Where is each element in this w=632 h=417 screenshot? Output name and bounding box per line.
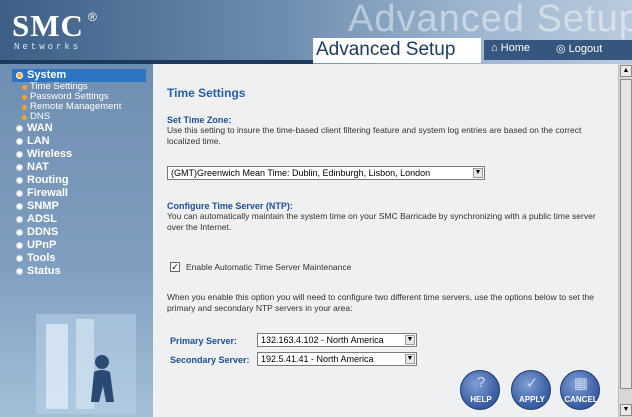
sidebar-item-snmp[interactable]: SNMP xyxy=(16,200,146,213)
sidebar-item-label: Wireless xyxy=(27,148,73,160)
primary-server-value: 132.163.4.102 - North America xyxy=(261,335,384,345)
scroll-up-arrow-icon[interactable]: ▲ xyxy=(620,65,632,77)
sidebar-item-label: Firewall xyxy=(27,187,68,199)
ntp-description: You can automatically maintain the syste… xyxy=(167,211,596,232)
sidebar: System Time Settings Password Settings R… xyxy=(0,64,153,417)
chevron-down-icon: ▼ xyxy=(405,335,415,345)
sidebar-item-lan[interactable]: LAN xyxy=(16,135,146,148)
sidebar-item-label: DDNS xyxy=(27,226,59,238)
timezone-heading: Set Time Zone: xyxy=(167,115,232,125)
bullet-icon xyxy=(22,104,27,110)
timezone-select[interactable]: (GMT)Greenwich Mean Time: Dublin, Edinbu… xyxy=(167,166,485,180)
bullet-icon xyxy=(16,177,23,184)
bullet-icon xyxy=(22,114,27,120)
home-button[interactable]: ⌂ Home xyxy=(491,42,530,54)
main-content: Time Settings Set Time Zone: Use this se… xyxy=(153,64,618,417)
home-label: Home xyxy=(500,42,530,54)
sidebar-item-label: WAN xyxy=(27,122,53,134)
question-icon: ? xyxy=(476,374,486,391)
sidebar-item-nat[interactable]: NAT xyxy=(16,161,146,174)
smc-logo: SMC ® Networks xyxy=(8,6,158,58)
enable-ntp-label: Enable Automatic Time Server Maintenance xyxy=(186,262,352,272)
sidebar-menu: System Time Settings Password Settings R… xyxy=(12,69,146,278)
page-heading-box: Advanced Setup xyxy=(313,38,481,63)
sidebar-item-tools[interactable]: Tools xyxy=(16,252,146,265)
sidebar-item-wireless[interactable]: Wireless xyxy=(16,148,146,161)
bullet-icon xyxy=(16,268,23,275)
sidebar-item-ddns[interactable]: DDNS xyxy=(16,226,146,239)
sidebar-item-label: NAT xyxy=(27,161,49,173)
bullet-icon xyxy=(16,125,23,132)
sidebar-item-wan[interactable]: WAN xyxy=(16,122,146,135)
bullet-icon xyxy=(16,229,23,236)
help-button[interactable]: ? HELP xyxy=(460,370,500,410)
logo-subtitle: Networks xyxy=(14,42,82,52)
logo-registered-mark: ® xyxy=(88,10,97,24)
sidebar-item-label: Status xyxy=(27,265,61,277)
home-icon: ⌂ xyxy=(491,42,498,54)
top-nav: ⌂ Home ◎ Logout xyxy=(484,40,632,60)
sidebar-item-routing[interactable]: Routing xyxy=(16,174,146,187)
page-title: Time Settings xyxy=(167,86,246,100)
sidebar-subitem-dns[interactable]: DNS xyxy=(22,112,146,122)
sidebar-item-firewall[interactable]: Firewall xyxy=(16,187,146,200)
header-banner: SMC ® Networks Advanced Setup Advanced S… xyxy=(0,0,632,64)
bullet-icon xyxy=(16,216,23,223)
bullet-icon xyxy=(16,138,23,145)
secondary-server-label: Secondary Server: xyxy=(170,355,250,365)
sidebar-item-label: LAN xyxy=(27,135,50,147)
bullet-icon xyxy=(16,72,23,79)
timezone-description: Use this setting to insure the time-base… xyxy=(167,125,582,146)
logout-label: Logout xyxy=(568,42,603,55)
cancel-label: CANCEL xyxy=(564,395,598,404)
sidebar-subitem-label: DNS xyxy=(30,111,51,122)
bullet-icon xyxy=(16,203,23,210)
sidebar-item-status[interactable]: Status xyxy=(16,265,146,278)
person-illustration xyxy=(36,314,136,414)
scroll-down-arrow-icon[interactable]: ▼ xyxy=(620,404,632,416)
enable-ntp-checkbox[interactable]: ✓ xyxy=(170,262,180,272)
sidebar-item-label: UPnP xyxy=(27,239,57,251)
trash-icon: ▦ xyxy=(573,375,589,392)
ntp-heading: Configure Time Server (NTP): xyxy=(167,201,293,211)
bullet-icon xyxy=(16,190,23,197)
secondary-server-select[interactable]: 192.5.41.41 - North America ▼ xyxy=(257,352,417,366)
bullet-icon xyxy=(16,151,23,158)
bullet-icon xyxy=(16,242,23,249)
sidebar-item-upnp[interactable]: UPnP xyxy=(16,239,146,252)
logout-button[interactable]: ◎ Logout xyxy=(556,42,603,56)
sidebar-item-label: Tools xyxy=(27,252,56,264)
servers-description: When you enable this option you will nee… xyxy=(167,292,594,313)
secondary-server-value: 192.5.41.41 - North America xyxy=(261,354,374,364)
apply-button[interactable]: ✓ APPLY xyxy=(511,370,551,410)
timezone-select-value: (GMT)Greenwich Mean Time: Dublin, Edinbu… xyxy=(171,168,431,178)
help-label: HELP xyxy=(470,395,492,404)
bullet-icon xyxy=(16,255,23,262)
cancel-button[interactable]: ▦ CANCEL xyxy=(560,370,600,410)
sidebar-item-label: SNMP xyxy=(27,200,59,212)
primary-server-select[interactable]: 132.163.4.102 - North America ▼ xyxy=(257,333,417,347)
scrollbar-thumb[interactable] xyxy=(620,79,632,389)
page-heading: Advanced Setup xyxy=(316,39,456,60)
vertical-scrollbar[interactable]: ▲ ▼ xyxy=(618,64,632,417)
bullet-icon xyxy=(22,94,27,100)
apply-icon: ✓ xyxy=(525,375,539,392)
bullet-icon xyxy=(16,164,23,171)
apply-label: APPLY xyxy=(519,395,545,404)
header-watermark: Advanced Setup xyxy=(348,0,632,40)
logo-text: SMC xyxy=(12,8,84,43)
logout-icon: ◎ xyxy=(556,43,566,55)
sidebar-item-label: Routing xyxy=(27,174,69,186)
bullet-icon xyxy=(22,84,27,90)
chevron-down-icon: ▼ xyxy=(405,354,415,364)
sidebar-item-label: ADSL xyxy=(27,213,57,225)
sidebar-item-adsl[interactable]: ADSL xyxy=(16,213,146,226)
chevron-down-icon: ▼ xyxy=(473,168,483,178)
primary-server-label: Primary Server: xyxy=(170,336,238,346)
